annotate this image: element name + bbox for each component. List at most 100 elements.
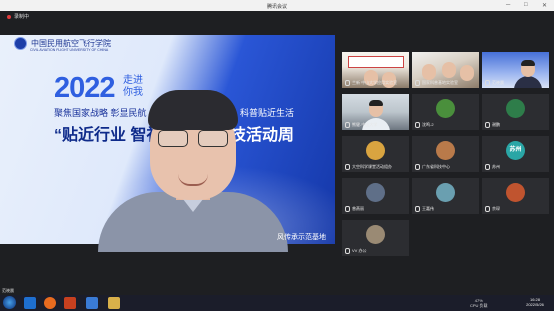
glasses-right-lens <box>198 130 228 147</box>
participant-label: 兰新 中山大学应用实验室 <box>345 80 397 86</box>
participant-name: 广东省科技中心 <box>422 164 450 169</box>
recording-indicator[interactable]: 录制中 <box>7 13 29 20</box>
clock-date: 2022/5/26 <box>526 302 544 307</box>
participant-tile[interactable]: 曾燕丽 <box>342 178 409 214</box>
mic-icon <box>345 248 350 254</box>
participant-avatar: 苏州 <box>506 141 525 160</box>
window-title: 腾讯会议 <box>266 4 287 10</box>
participant-tile[interactable]: 余琛 <box>482 178 549 214</box>
cpu-meter: 47% CPU 负载 <box>470 298 488 308</box>
participant-avatar <box>436 99 455 118</box>
recording-label: 录制中 <box>14 14 30 20</box>
recording-bar <box>0 11 554 35</box>
windows-start-icon[interactable] <box>3 296 16 309</box>
person-body <box>514 76 542 88</box>
mic-icon <box>415 80 420 86</box>
participant-name: 兰新 中山大学应用实验室 <box>352 80 398 85</box>
mic-icon <box>485 164 490 170</box>
mic-icon <box>485 122 490 128</box>
cpu-label: CPU 负载 <box>470 303 488 308</box>
participant-avatar <box>506 183 525 202</box>
taskbar: 47% CPU 负载 16:28 2022/5/26 <box>0 295 554 311</box>
presenter-glasses <box>156 130 230 147</box>
participant-label: 熊健-中山大学 <box>345 122 377 128</box>
system-clock[interactable]: 16:28 2022/5/26 <box>520 297 550 307</box>
person-head <box>442 62 456 78</box>
participant-label: 国家科普基地实验室 <box>415 80 458 86</box>
participant-name: 谢鹏 <box>492 122 500 127</box>
participant-label: 苏州 <box>485 164 500 170</box>
browser-icon[interactable] <box>24 297 36 309</box>
participant-tile[interactable]: 王嘉伟 <box>412 178 479 214</box>
record-dot-icon <box>7 14 11 19</box>
participant-avatar <box>366 225 385 244</box>
mic-icon <box>485 206 490 212</box>
person-hair <box>369 100 383 106</box>
presenter <box>98 80 288 252</box>
mic-icon <box>345 122 350 128</box>
participant-tile[interactable]: 国家科普基地实验室 <box>412 52 479 88</box>
participant-label: 谢鹏 <box>485 122 500 128</box>
powerpoint-icon[interactable] <box>64 297 76 309</box>
participant-avatar <box>436 183 455 202</box>
maximize-button[interactable]: □ <box>524 2 528 8</box>
mic-icon <box>415 122 420 128</box>
participant-tile[interactable]: 广东省科技中心 <box>412 136 479 172</box>
mic-icon <box>345 80 350 86</box>
participant-label: 曾燕丽 <box>345 206 364 212</box>
participant-name: VV 办公 <box>352 248 367 253</box>
participant-tile[interactable]: 熊健-中山大学 <box>342 94 409 130</box>
participant-avatar <box>506 99 525 118</box>
participant-name: 余琛 <box>492 206 500 211</box>
participant-tile[interactable]: VV 办公 <box>342 220 409 256</box>
participant-label: VV 办公 <box>345 248 366 254</box>
minimize-button[interactable]: ─ <box>506 2 510 8</box>
avatar-text: 苏州 <box>509 147 522 153</box>
window-titlebar: 腾讯会议 ─ □ ✕ <box>0 0 554 11</box>
participant-tile[interactable]: 大空科学课堂活动组办 <box>342 136 409 172</box>
tencent-meeting-icon[interactable] <box>86 297 98 309</box>
participant-tile[interactable]: 范晓晨 <box>482 52 549 88</box>
participant-avatar <box>436 141 455 160</box>
participant-name: 王嘉伟 <box>422 206 434 211</box>
firefox-icon[interactable] <box>44 297 56 309</box>
school-name-en: CIVIL AVIATION FLIGHT UNIVERSITY OF CHIN… <box>30 48 109 52</box>
participant-avatar <box>366 141 385 160</box>
participant-label: 大空科学课堂活动组办 <box>345 164 392 170</box>
participant-label: 范晓晨 <box>485 80 504 86</box>
mic-icon <box>485 80 490 86</box>
participant-name: 大空科学课堂活动组办 <box>352 164 392 169</box>
participant-label: 广东省科技中心 <box>415 164 450 170</box>
participant-label: 余琛 <box>485 206 500 212</box>
participant-name: 曾燕丽 <box>352 206 364 211</box>
close-button[interactable]: ✕ <box>542 2 547 9</box>
person-hair <box>521 60 535 66</box>
school-logo: 中国民用航空飞行学院 CIVIL AVIATION FLIGHT UNIVERS… <box>14 37 111 52</box>
presenter-hair <box>148 90 238 130</box>
banner-base-tag: 风传承示范基地 <box>277 234 326 241</box>
participant-name: 范晓晨 <box>492 80 504 85</box>
participant-tile[interactable]: 谢鹏 <box>482 94 549 130</box>
mic-icon <box>415 164 420 170</box>
mic-icon <box>345 206 350 212</box>
glasses-left-lens <box>158 130 188 147</box>
participant-name: 沈鸣-2 <box>422 122 434 127</box>
participant-tile[interactable]: 兰新 中山大学应用实验室 <box>342 52 409 88</box>
participant-name: 熊健-中山大学 <box>352 122 378 127</box>
participant-label: 王嘉伟 <box>415 206 434 212</box>
person-head <box>422 64 436 80</box>
participant-name: 国家科普基地实验室 <box>422 80 458 85</box>
participant-tile[interactable]: 沈鸣-2 <box>412 94 479 130</box>
file-explorer-icon[interactable] <box>108 297 120 309</box>
mic-icon <box>345 164 350 170</box>
participant-name: 苏州 <box>492 164 500 169</box>
person-head <box>460 65 474 81</box>
school-emblem-icon <box>14 37 27 50</box>
participant-tile[interactable]: 苏州 苏州 <box>482 136 549 172</box>
mic-icon <box>415 206 420 212</box>
participant-avatar <box>366 183 385 202</box>
status-user: 范晓晨 <box>2 288 14 293</box>
status-row: 范晓晨 <box>0 287 554 295</box>
participant-label: 沈鸣-2 <box>415 122 434 128</box>
slide-header <box>348 56 404 68</box>
